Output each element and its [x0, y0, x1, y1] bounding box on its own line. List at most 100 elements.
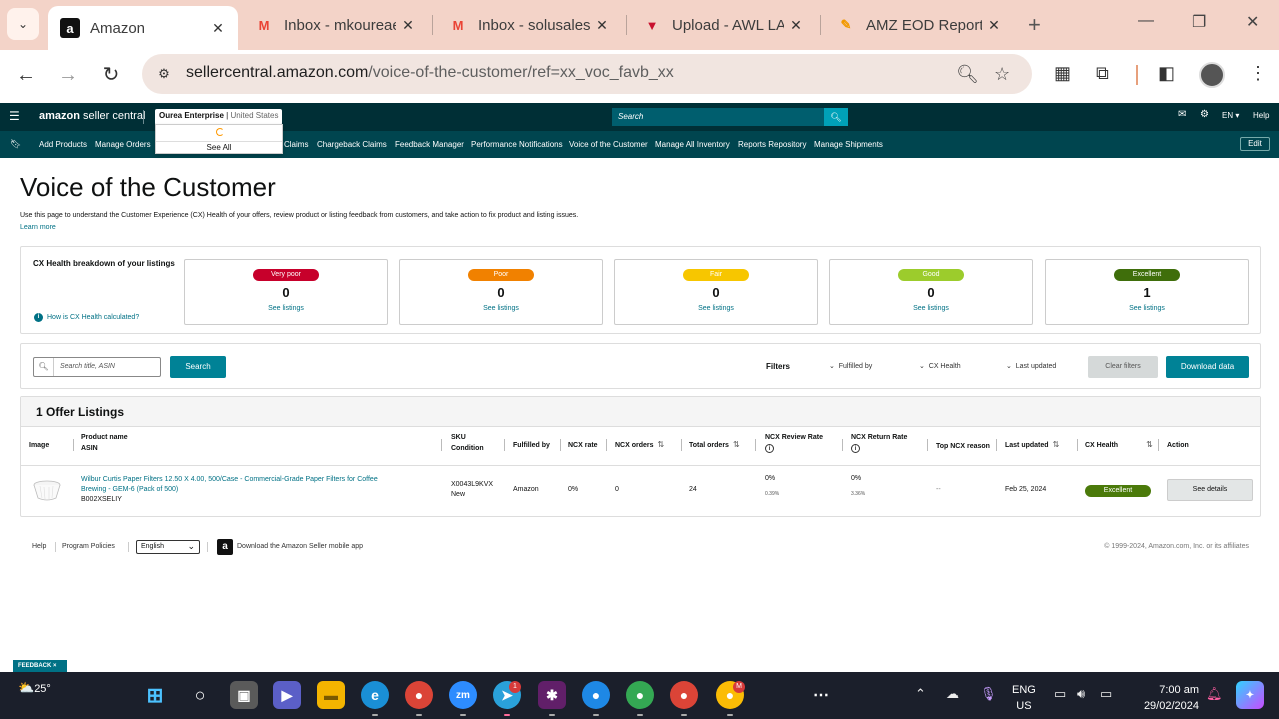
nav-feedback-manager[interactable]: Feedback Manager — [395, 140, 464, 149]
col-last-updated[interactable]: Last updated ⇅ — [1005, 439, 1059, 451]
settings-gear-icon[interactable]: ⚙ — [1200, 109, 1209, 120]
chrome-profile-icon[interactable]: ● — [582, 681, 610, 709]
display-icon[interactable]: ▭ — [1054, 686, 1066, 702]
windows-start-icon[interactable]: ⊞ — [141, 681, 169, 709]
cx-health-how-link[interactable]: i How is CX Health calculated? — [34, 313, 139, 322]
col-product-name[interactable]: Product name ASIN — [81, 432, 128, 454]
side-panel-icon[interactable]: ◧ — [1158, 63, 1175, 84]
nav-reports-repository[interactable]: Reports Repository — [738, 140, 806, 149]
nav-manage-orders[interactable]: Manage Orders — [95, 140, 151, 149]
close-tab-icon[interactable]: ✕ — [982, 17, 1006, 34]
nav-claims[interactable]: Claims — [284, 140, 308, 149]
forward-arrow-icon[interactable]: → — [55, 62, 81, 88]
chrome-profile-icon[interactable]: ● — [626, 681, 654, 709]
learn-more-link[interactable]: Learn more — [20, 224, 56, 231]
site-settings-icon[interactable]: ⚙ — [154, 64, 174, 84]
search-icon[interactable]: ○ — [186, 681, 214, 709]
minimize-icon[interactable]: — — [1138, 12, 1154, 30]
close-tab-icon[interactable]: ✕ — [590, 17, 614, 34]
tab-amazon[interactable]: a Amazon ✕ — [48, 6, 238, 50]
chrome-menu-icon[interactable]: ⋮ — [1249, 63, 1267, 84]
back-arrow-icon[interactable]: ← — [13, 62, 39, 88]
profile-avatar[interactable] — [1199, 62, 1225, 88]
qr-code-icon[interactable]: ▦ — [1054, 63, 1071, 84]
nav-voice-of-the-customer[interactable]: Voice of the Customer — [569, 140, 648, 149]
address-bar[interactable]: ⚙ sellercentral.amazon.com/voice-of-the-… — [142, 54, 1032, 94]
close-tab-icon[interactable]: ✕ — [396, 17, 420, 34]
taskbar-clock[interactable]: 7:00 am 29/02/2024 — [1133, 682, 1199, 714]
info-icon[interactable]: i — [851, 444, 860, 453]
slack-icon[interactable]: ✱ — [538, 681, 566, 709]
network-off-icon[interactable]: ☁ — [946, 686, 959, 702]
tray-overflow-chevron-icon[interactable]: ⌃ — [915, 686, 926, 702]
see-listings-link[interactable]: See listings — [400, 305, 602, 312]
microphone-icon[interactable]: 🎙︎ — [980, 686, 997, 702]
task-view-icon[interactable]: ▣ — [230, 681, 258, 709]
mail-icon[interactable]: ✉ — [1178, 109, 1186, 120]
url-text[interactable]: sellercentral.amazon.com/voice-of-the-cu… — [186, 64, 674, 82]
edge-icon[interactable]: e — [361, 681, 389, 709]
more-apps-icon[interactable]: ⋯ — [807, 681, 835, 709]
sc-search-icon[interactable]: 🔍︎ — [824, 108, 848, 126]
col-cx-health[interactable]: CX Health ⇅ — [1085, 439, 1153, 451]
tab-search-chevron-icon[interactable]: ⌄ — [7, 8, 39, 40]
see-listings-link[interactable]: See listings — [830, 305, 1032, 312]
clear-filters-button[interactable]: Clear filters — [1088, 356, 1158, 378]
weather-widget[interactable]: ⛅25° — [18, 680, 51, 696]
footer-app-download-link[interactable]: Download the Amazon Seller mobile app — [237, 543, 363, 550]
seller-central-logo[interactable]: amazon seller central — [39, 110, 145, 122]
zoom-app-icon[interactable]: zm — [449, 681, 477, 709]
file-explorer-icon[interactable]: ▬ — [317, 681, 345, 709]
see-listings-link[interactable]: See listings — [185, 305, 387, 312]
tab-upload[interactable]: ▼ Upload - AWL LAB ✕ — [630, 5, 816, 45]
footer-help-link[interactable]: Help — [32, 543, 46, 550]
close-tab-icon[interactable]: ✕ — [784, 17, 808, 34]
new-tab-plus-icon[interactable]: + — [1028, 12, 1041, 38]
chrome-icon[interactable]: ● — [405, 681, 433, 709]
search-button[interactable]: Search — [170, 356, 226, 378]
col-sku[interactable]: SKU Condition — [451, 432, 484, 454]
see-listings-link[interactable]: See listings — [615, 305, 817, 312]
close-window-icon[interactable]: ✕ — [1246, 12, 1259, 32]
col-ncx-orders[interactable]: NCX orders ⇅ — [615, 439, 664, 451]
listing-search-input[interactable]: 🔍︎ Search title, ASIN — [33, 357, 161, 377]
chrome-profile-icon[interactable]: ● — [670, 681, 698, 709]
restore-icon[interactable]: ❐ — [1192, 12, 1206, 32]
tab-gmail-2[interactable]: M Inbox - solusales3 ✕ — [436, 5, 622, 45]
nav-chargeback-claims[interactable]: Chargeback Claims — [317, 140, 387, 149]
cx-health-filter[interactable]: ⌄ CX Health — [919, 362, 961, 370]
info-icon[interactable]: i — [765, 444, 774, 453]
footer-program-policies-link[interactable]: Program Policies — [62, 543, 115, 550]
fulfilled-by-filter[interactable]: ⌄ Fulfilled by — [829, 362, 872, 370]
reload-icon[interactable]: ↻ — [98, 62, 124, 88]
download-data-button[interactable]: Download data — [1166, 356, 1249, 378]
zoom-icon[interactable]: 🔍︎ — [956, 64, 979, 85]
input-language[interactable]: ENG US — [1012, 682, 1036, 714]
language-selector[interactable]: EN ▾ — [1222, 111, 1239, 120]
col-total-orders[interactable]: Total orders ⇅ — [689, 439, 740, 451]
copilot-icon[interactable]: ✦ — [1236, 681, 1264, 709]
bookmark-icon[interactable]: 🔖︎ — [10, 139, 21, 150]
teams-icon[interactable]: ▶ — [273, 681, 301, 709]
last-updated-filter[interactable]: ⌄ Last updated — [1006, 362, 1056, 370]
product-name-link[interactable]: Wilbur Curtis Paper Filters 12.50 X 4.00… — [81, 475, 378, 495]
help-link[interactable]: Help — [1253, 111, 1269, 120]
see-all-accounts-link[interactable]: See All — [156, 141, 282, 154]
hamburger-menu-icon[interactable]: ☰ — [9, 109, 20, 123]
see-listings-link[interactable]: See listings — [1046, 305, 1248, 312]
tab-amz-eod-report[interactable]: ✎ AMZ EOD Report ✕ — [824, 5, 1014, 45]
account-switcher[interactable]: Ourea Enterprise | United States — [155, 109, 282, 125]
bookmark-star-icon[interactable]: ☆ — [994, 64, 1010, 85]
notification-bell-icon[interactable]: 🔔︎ — [1206, 686, 1223, 702]
battery-icon[interactable]: ▭ — [1100, 686, 1112, 702]
amazon-app-icon[interactable]: a — [217, 539, 233, 555]
tab-gmail-1[interactable]: M Inbox - mkoureae ✕ — [242, 5, 428, 45]
nav-manage-shipments[interactable]: Manage Shipments — [814, 140, 883, 149]
extensions-icon[interactable]: ⧉ — [1096, 63, 1109, 84]
sc-search-input[interactable]: Search — [612, 108, 824, 126]
volume-icon[interactable]: 🔊︎ — [1077, 686, 1085, 702]
nav-edit-button[interactable]: Edit — [1240, 137, 1270, 151]
nav-add-products[interactable]: Add Products — [39, 140, 87, 149]
feedback-tab[interactable]: FEEDBACK × — [13, 660, 67, 672]
nav-manage-all-inventory[interactable]: Manage All Inventory — [655, 140, 730, 149]
